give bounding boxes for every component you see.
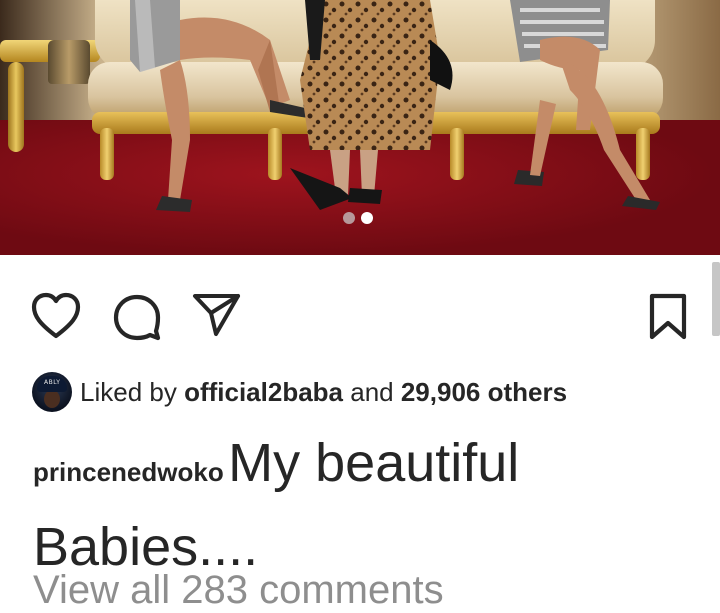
share-button[interactable] (192, 293, 242, 337)
carousel-indicator (343, 212, 373, 224)
avatar-cap-logo: ABLY (44, 379, 61, 386)
carousel-dot-active[interactable] (361, 212, 373, 224)
post-action-bar (0, 255, 720, 365)
like-button[interactable] (30, 292, 82, 340)
caption-username[interactable]: princenedwoko (33, 457, 224, 487)
photo-gold-side-table (0, 40, 100, 152)
liked-by-joiner: and (343, 376, 401, 407)
scrollbar-thumb[interactable] (712, 262, 720, 336)
photo-sofa-leg (100, 128, 114, 180)
likes-text: Liked by official2baba and 29,906 others (80, 377, 567, 408)
heart-outline-icon (31, 292, 81, 339)
view-all-comments-link[interactable]: View all 283 comments (33, 568, 444, 613)
likes-summary[interactable]: ABLY Liked by official2baba and 29,906 o… (32, 371, 567, 413)
caption-text: My beautiful Babies.... (33, 433, 520, 577)
liked-by-username[interactable]: official2baba (184, 377, 343, 407)
photo-person-right (510, 0, 660, 210)
comment-bubble-icon (113, 294, 161, 341)
likes-others-count[interactable]: 29,906 others (401, 377, 567, 407)
comment-button[interactable] (112, 293, 162, 341)
bookmark-outline-icon (649, 293, 687, 340)
liked-by-prefix: Liked by (80, 376, 185, 407)
carousel-dot[interactable] (343, 212, 355, 224)
photo-person-center (290, 0, 453, 210)
paper-plane-icon (193, 294, 240, 336)
save-button[interactable] (648, 293, 688, 341)
post-photo[interactable] (0, 0, 720, 255)
avatar[interactable]: ABLY (32, 372, 72, 412)
